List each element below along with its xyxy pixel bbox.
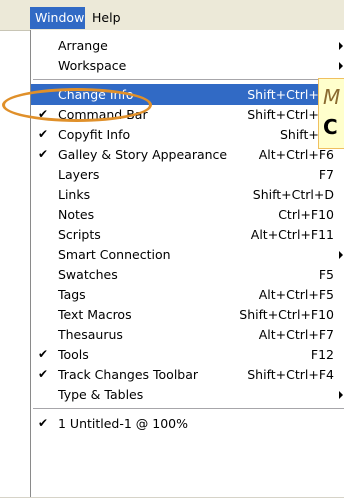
menu-item-text-macros[interactable]: Text Macros Shift+Ctrl+F10: [31, 304, 344, 325]
menu-item-label: Galley & Story Appearance: [58, 147, 228, 162]
menu-item-workspace[interactable]: Workspace: [31, 55, 344, 76]
menu-item-label: Change Info: [58, 87, 134, 102]
check-icon: [37, 55, 49, 76]
menu-item-label: Tags: [58, 287, 86, 302]
menu-item-track-changes-toolbar[interactable]: ✔ Track Changes Toolbar Shift+Ctrl+F4: [31, 364, 344, 385]
menu-item-shortcut: Ctrl+F10: [278, 207, 334, 222]
check-icon: [37, 184, 49, 205]
tooltip-text-line2: C: [323, 115, 338, 139]
menu-item-label: Smart Connection: [58, 247, 171, 262]
menu-item-label: Workspace: [58, 58, 127, 73]
menu-item-label: Layers: [58, 167, 100, 182]
menu-item-shortcut: F7: [318, 167, 334, 182]
submenu-arrow-icon: [339, 391, 343, 399]
check-icon: [37, 224, 49, 245]
menu-item-smart-connection[interactable]: Smart Connection: [31, 244, 344, 265]
check-icon: [37, 284, 49, 305]
tooltip-text-line1: M: [323, 85, 341, 109]
check-icon: [37, 304, 49, 325]
check-icon: [37, 35, 49, 56]
menu-item-label: Swatches: [58, 267, 118, 282]
menu-item-command-bar[interactable]: ✔ Command Bar Shift+Ctrl+F2: [31, 104, 344, 125]
menu-item-galley-story-appearance[interactable]: ✔ Galley & Story Appearance Alt+Ctrl+F6: [31, 144, 344, 165]
menu-item-layers[interactable]: Layers F7: [31, 164, 344, 185]
menu-item-label: Arrange: [58, 38, 108, 53]
check-icon: [37, 84, 49, 105]
menu-item-label: Scripts: [58, 227, 101, 242]
check-icon: ✔: [37, 416, 49, 430]
menu-item-swatches[interactable]: Swatches F5: [31, 264, 344, 285]
menu-item-shortcut: Alt+Ctrl+F7: [258, 327, 334, 342]
menu-item-shortcut: Shift+Ctrl+F10: [239, 307, 334, 322]
menu-window[interactable]: Window: [30, 7, 85, 29]
menu-item-change-info[interactable]: Change Info Shift+Ctrl+F3: [31, 84, 344, 105]
menu-item-shortcut: F12: [310, 347, 334, 362]
window-dropdown-menu: Arrange Workspace Change Info Shift+Ctrl…: [30, 30, 344, 498]
menu-item-label: Tools: [58, 347, 89, 362]
check-icon: [37, 264, 49, 285]
menu-item-shortcut: Shift+Ctrl+F4: [247, 367, 334, 382]
menu-separator: [33, 408, 344, 409]
menu-separator: [33, 79, 344, 80]
menu-item-label: Links: [58, 187, 91, 202]
menu-help[interactable]: Help: [87, 7, 127, 29]
menu-item-arrange[interactable]: Arrange: [31, 35, 344, 56]
menu-item-tools[interactable]: ✔ Tools F12: [31, 344, 344, 365]
menu-item-shortcut: Shift+Ctrl+D: [252, 187, 334, 202]
menu-item-label: Notes: [58, 207, 95, 222]
tooltip-callout: M C: [318, 78, 344, 149]
menu-item-label: Copyfit Info: [58, 127, 131, 142]
menu-item-thesaurus[interactable]: Thesaurus Alt+Ctrl+F7: [31, 324, 344, 345]
menu-item-shortcut: Alt+Ctrl+F11: [250, 227, 334, 242]
menu-item-tags[interactable]: Tags Alt+Ctrl+F5: [31, 284, 344, 305]
menu-item-copyfit-info[interactable]: ✔ Copyfit Info Shift+F6: [31, 124, 344, 145]
check-icon: [37, 204, 49, 225]
check-icon: ✔: [37, 367, 49, 381]
menu-item-label: 1 Untitled-1 @ 100%: [58, 416, 189, 431]
menu-bar: Window Help: [0, 0, 344, 31]
menu-item-shortcut: Alt+Ctrl+F5: [258, 287, 334, 302]
menu-item-label: Command Bar: [58, 107, 148, 122]
check-icon: [37, 324, 49, 345]
menu-item-type-tables[interactable]: Type & Tables: [31, 384, 344, 405]
menu-item-label: Thesaurus: [58, 327, 123, 342]
submenu-arrow-icon: [339, 42, 343, 50]
check-icon: ✔: [37, 127, 49, 141]
submenu-arrow-icon: [339, 62, 343, 70]
check-icon: ✔: [37, 107, 49, 121]
menu-item-shortcut: F5: [318, 267, 334, 282]
menu-item-label: Track Changes Toolbar: [58, 367, 199, 382]
menu-item-label: Text Macros: [58, 307, 132, 322]
check-icon: [37, 164, 49, 185]
menu-item-label: Type & Tables: [58, 387, 144, 402]
check-icon: ✔: [37, 347, 49, 361]
check-icon: ✔: [37, 147, 49, 161]
submenu-arrow-icon: [339, 251, 343, 259]
check-icon: [37, 244, 49, 265]
menu-item-open-document[interactable]: ✔ 1 Untitled-1 @ 100%: [31, 413, 344, 434]
menu-item-scripts[interactable]: Scripts Alt+Ctrl+F11: [31, 224, 344, 245]
menu-item-notes[interactable]: Notes Ctrl+F10: [31, 204, 344, 225]
check-icon: [37, 384, 49, 405]
menu-item-links[interactable]: Links Shift+Ctrl+D: [31, 184, 344, 205]
